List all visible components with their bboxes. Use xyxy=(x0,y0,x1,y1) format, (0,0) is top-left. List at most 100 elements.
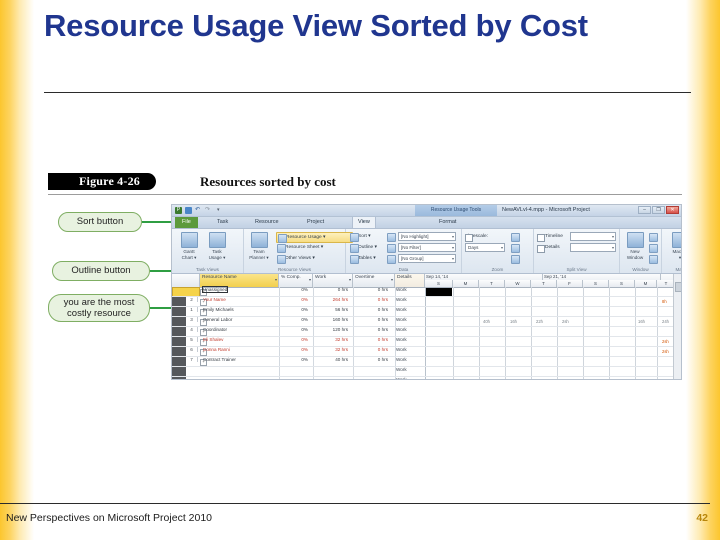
close-button[interactable]: ✕ xyxy=(666,206,679,214)
group-label-resource-views: Resource Views xyxy=(277,267,312,272)
timephased-value: 16h xyxy=(510,319,517,324)
scrollbar-thumb[interactable] xyxy=(675,282,681,292)
chevron-down-icon[interactable]: ▾ xyxy=(309,277,311,283)
group-combo[interactable]: [No Group] xyxy=(398,254,456,263)
overtime-value: 0 hrs xyxy=(377,287,388,292)
undo-icon[interactable]: ↶ xyxy=(195,207,202,214)
resource-name: Eli Shalev xyxy=(203,337,224,342)
left-edge-gradient xyxy=(0,0,34,540)
tab-task[interactable]: Task xyxy=(212,217,233,228)
restore-button[interactable]: ❐ xyxy=(652,206,665,214)
timeline-combo[interactable] xyxy=(570,232,616,241)
resource-sheet-button[interactable]: Resource Sheet ▾ xyxy=(276,243,323,253)
outline-button[interactable]: Outline ▾ xyxy=(349,243,377,253)
figure-badge: Figure 4-26 xyxy=(69,173,156,190)
row-number: 2 xyxy=(186,297,198,302)
resource-usage-button[interactable]: Resource Usage ▾ xyxy=(276,232,353,243)
timescale-day: T xyxy=(531,280,557,287)
row-number: 7 xyxy=(186,357,198,362)
tab-format[interactable]: Format xyxy=(434,217,461,228)
redo-icon[interactable]: ↷ xyxy=(205,207,212,214)
task-usage-button[interactable]: Task Usage ▾ xyxy=(204,232,230,260)
tab-file[interactable]: File xyxy=(175,217,198,228)
overtime-value: 0 hrs xyxy=(377,317,388,322)
table-row[interactable]: 6 + Donna Ranni 0% 32 hrs 0 hrs Work xyxy=(172,347,681,357)
details-value: Work xyxy=(396,337,407,342)
timephased-value: 40h xyxy=(483,319,490,324)
column-header-pct-comp[interactable]: % Comp. ▾ xyxy=(279,274,313,287)
tab-project[interactable]: Project xyxy=(302,217,329,228)
overtime-value: 0 hrs xyxy=(377,357,388,362)
group-label-data: Data xyxy=(398,267,409,272)
table-row[interactable]: Work xyxy=(172,367,681,377)
tables-button[interactable]: Tables ▾ xyxy=(349,254,376,264)
zoom-icon[interactable] xyxy=(510,232,528,242)
table-row[interactable]: 5 + Eli Shalev 0% 32 hrs 0 hrs Work xyxy=(172,337,681,347)
table-row[interactable]: 3 + General Labor 0% 160 hrs 0 hrs Work xyxy=(172,317,681,327)
resource-name: Contract Trainer xyxy=(203,357,236,362)
figure-block: Figure 4-26 Resources sorted by cost Sor… xyxy=(48,172,682,384)
resource-name: Coordinator xyxy=(203,327,228,332)
work-value: 120 hrs xyxy=(332,327,348,332)
pct-complete: 0% xyxy=(301,327,308,332)
callout-sort-button: Sort button xyxy=(58,212,142,232)
figure-header: Figure 4-26 Resources sorted by cost xyxy=(48,172,682,195)
table-row[interactable]: 2 + Your Name 0% 264 hrs 0 hrs Work xyxy=(172,297,681,307)
resource-name: Your Name xyxy=(203,297,226,302)
tab-resource[interactable]: Resource xyxy=(250,217,284,228)
project-logo-icon[interactable]: P xyxy=(175,207,182,214)
column-header-work[interactable]: Work ▾ xyxy=(313,274,353,287)
table-row[interactable]: Work xyxy=(172,377,681,380)
minimize-button[interactable]: – xyxy=(638,206,651,214)
task-usage-label: Task Usage ▾ xyxy=(208,249,226,260)
team-planner-label: Team Planner ▾ xyxy=(249,249,269,260)
chevron-down-icon[interactable]: ▾ xyxy=(391,277,393,283)
macros-icon xyxy=(671,232,681,248)
filter-combo[interactable]: [No Filter] xyxy=(398,243,456,252)
save-icon[interactable] xyxy=(185,207,192,214)
chevron-down-icon[interactable]: ▾ xyxy=(349,277,351,283)
pct-complete: 0% xyxy=(301,317,308,322)
zoom-selected-icon[interactable] xyxy=(510,254,528,264)
table-row[interactable]: + Unassigned 0% 0 hrs 0 hrs Work xyxy=(172,286,681,297)
details-checkbox[interactable]: Details xyxy=(537,243,560,253)
grid-header-row: Resource Name ▾ % Comp. ▾ Work ▾ Overtime ▾ … xyxy=(172,274,681,288)
group-label-window: Window xyxy=(632,267,649,272)
figure-badge-cap xyxy=(48,173,70,190)
table-row[interactable]: 1 + Emily Michaels 0% 56 hrs 0 hrs Work xyxy=(172,307,681,317)
timescale-combo[interactable]: Days xyxy=(465,243,505,252)
timescale-label: Timescale: xyxy=(465,233,489,242)
chevron-down-icon[interactable]: ▾ xyxy=(217,207,224,214)
ribbon-group-window: New Window Window xyxy=(620,229,662,273)
resource-name: Donna Ranni xyxy=(203,347,230,352)
timeline-checkbox[interactable]: Timeline xyxy=(537,232,563,242)
new-window-button[interactable]: New Window xyxy=(622,232,648,260)
zoom-entire-icon[interactable] xyxy=(510,243,528,253)
column-header-details: Details xyxy=(395,274,425,287)
highlight-combo[interactable]: [No Highlight] xyxy=(398,232,456,241)
timescale-day: M xyxy=(453,280,479,287)
tab-view[interactable]: View xyxy=(352,217,376,228)
row-number: 1 xyxy=(186,307,198,312)
work-value: 32 hrs xyxy=(335,337,348,342)
work-value: 0 hrs xyxy=(337,287,348,292)
row-number: 6 xyxy=(186,347,198,352)
gantt-chart-button[interactable]: Gantt Chart ▾ xyxy=(176,232,202,260)
resource-name: Emily Michaels xyxy=(203,307,234,312)
macros-button[interactable]: Macros ▾ xyxy=(667,232,681,260)
column-header-overtime[interactable]: Overtime ▾ xyxy=(353,274,395,287)
details-combo[interactable] xyxy=(570,243,616,252)
table-row[interactable]: 4 + Coordinator 0% 120 hrs 0 hrs Work xyxy=(172,327,681,337)
row-number: 4 xyxy=(186,327,198,332)
column-header-rownum xyxy=(186,274,200,287)
timescale-day: S xyxy=(425,280,453,287)
team-planner-button[interactable]: Team Planner ▾ xyxy=(246,232,272,260)
vertical-scrollbar[interactable] xyxy=(673,274,681,379)
sort-button[interactable]: Sort ▾ xyxy=(349,232,371,242)
table-row[interactable]: 7 + Contract Trainer 0% 40 hrs 0 hrs Wor… xyxy=(172,357,681,367)
column-header-resource-name[interactable]: Resource Name ▾ xyxy=(200,274,279,287)
other-views-button[interactable]: Other Views ▾ xyxy=(276,254,315,264)
details-value: Work xyxy=(396,377,407,380)
work-value: 56 hrs xyxy=(335,307,348,312)
chevron-down-icon[interactable]: ▾ xyxy=(275,277,277,283)
